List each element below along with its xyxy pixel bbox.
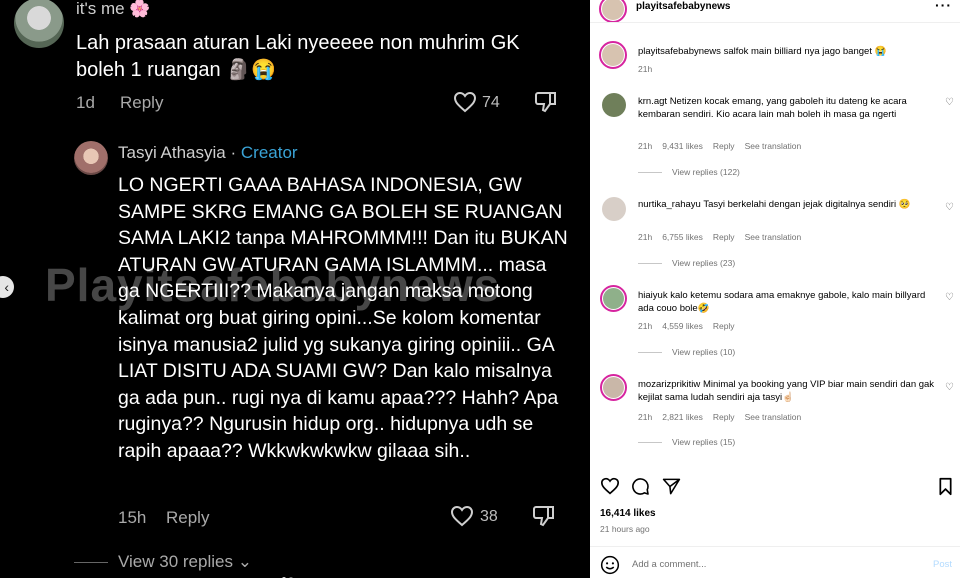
comment-user[interactable]: nurtika_rahayu (638, 199, 701, 210)
bookmark-icon[interactable] (938, 477, 953, 496)
carousel-dots (282, 568, 296, 578)
commenter-avatar[interactable] (600, 374, 627, 401)
heart-icon[interactable]: ♡ (945, 382, 954, 393)
header-username[interactable]: playitsafebabynews (636, 1, 730, 12)
comment-user[interactable]: krn.agt (638, 96, 667, 107)
reply-button[interactable]: Reply (120, 93, 163, 113)
commenter-avatar[interactable] (602, 93, 626, 117)
comment: hiaiyuk kalo ketemu sodara ama emaknye g… (638, 290, 926, 314)
like-count: 74 (482, 94, 500, 111)
comment: mozarizprikitiw Minimal ya booking yang … (638, 379, 935, 403)
creator-avatar[interactable] (74, 141, 108, 175)
comment-text: Lah prasaan aturan Laki nyeeeee non muhr… (76, 32, 520, 81)
see-translation-link[interactable]: See translation (745, 232, 802, 242)
divider (590, 22, 960, 23)
heart-icon[interactable]: ♡ (945, 292, 954, 303)
comment-age: 1d (76, 93, 95, 112)
comment-user[interactable]: hiaiyuk (638, 290, 668, 301)
see-translation-link[interactable]: See translation (745, 141, 802, 151)
comment: krn.agt Netizen kocak emang, yang gabole… (638, 96, 907, 120)
view-replies-link[interactable]: View replies (15) (638, 437, 735, 447)
caption-user[interactable]: playitsafebabynews (638, 46, 721, 57)
comment-icon[interactable] (631, 477, 650, 496)
commenter-avatar[interactable] (602, 197, 626, 221)
instagram-panel: playitsafebabynews ··· playitsafebabynew… (590, 0, 960, 578)
creator-header: Tasyi Athasyia · Creator (118, 143, 298, 163)
comment-meta: 21h 2,821 likes Reply See translation (638, 412, 802, 422)
dislike-icon[interactable] (534, 91, 558, 113)
reply-link[interactable]: Reply (713, 321, 735, 331)
chevron-down-icon: ⌄ (237, 552, 252, 571)
add-comment-input[interactable]: Add a comment... (632, 559, 706, 570)
comment-meta: 21h 6,755 likes Reply See translation (638, 232, 802, 242)
heart-icon[interactable] (600, 477, 620, 495)
heart-icon[interactable]: ♡ (945, 202, 954, 213)
reply-link[interactable]: Reply (713, 141, 735, 151)
caption: playitsafebabynews salfok main billiard … (638, 46, 887, 57)
reply-age: 15h (118, 508, 147, 527)
view-replies-link[interactable]: View replies (23) (638, 258, 735, 268)
see-translation-link[interactable]: See translation (745, 412, 802, 422)
divider (74, 562, 108, 563)
tiktok-comments-panel: it's me 🌸 Lah prasaan aturan Laki nyeeee… (0, 0, 590, 578)
divider (590, 546, 960, 547)
like-count-2: 38 (480, 508, 498, 525)
comment-meta: 21h 9,431 likes Reply See translation (638, 141, 802, 151)
dislike-icon[interactable] (532, 505, 556, 527)
creator-username[interactable]: Tasyi Athasyia (118, 143, 226, 162)
heart-icon[interactable]: ♡ (945, 97, 954, 108)
separator-dot: · (230, 143, 237, 162)
more-options-icon[interactable]: ··· (935, 0, 952, 13)
reply-link[interactable]: Reply (713, 232, 735, 242)
view-replies-link[interactable]: View 30 replies ⌄ (118, 552, 252, 572)
comment: nurtika_rahayu Tasyi berkelahi dengan je… (638, 199, 911, 210)
action-bar (590, 471, 960, 501)
creator-badge: Creator (240, 143, 298, 162)
chevron-left-icon[interactable]: ‹ (0, 276, 14, 298)
emoji-icon[interactable] (600, 555, 620, 575)
heart-outline-icon[interactable] (453, 91, 477, 113)
view-replies-link[interactable]: View replies (122) (638, 167, 740, 177)
comment-user[interactable]: mozarizprikitiw (638, 379, 700, 390)
watermark: Playitsafebabynews (45, 259, 501, 311)
caption-avatar[interactable] (599, 41, 627, 69)
share-icon[interactable] (662, 477, 681, 496)
comment-username[interactable]: it's me 🌸 (76, 0, 150, 19)
heart-outline-icon[interactable] (450, 505, 474, 527)
reply-link[interactable]: Reply (713, 412, 735, 422)
caption-age: 21h (638, 64, 653, 74)
post-time: 21 hours ago (600, 524, 650, 534)
view-replies-link[interactable]: View replies (10) (638, 347, 735, 357)
creator-reply-text: LO NGERTI GAAA BAHASA INDONESIA, GW SAMP… (118, 174, 568, 462)
commenter-avatar[interactable] (600, 285, 627, 312)
profile-avatar[interactable] (599, 0, 627, 23)
post-button[interactable]: Post (933, 559, 952, 570)
reply-button-2[interactable]: Reply (166, 508, 209, 528)
comment-meta: 21h 4,559 likes Reply (638, 321, 735, 331)
commenter-avatar[interactable] (14, 0, 64, 48)
likes-count[interactable]: 16,414 likes (600, 508, 656, 519)
